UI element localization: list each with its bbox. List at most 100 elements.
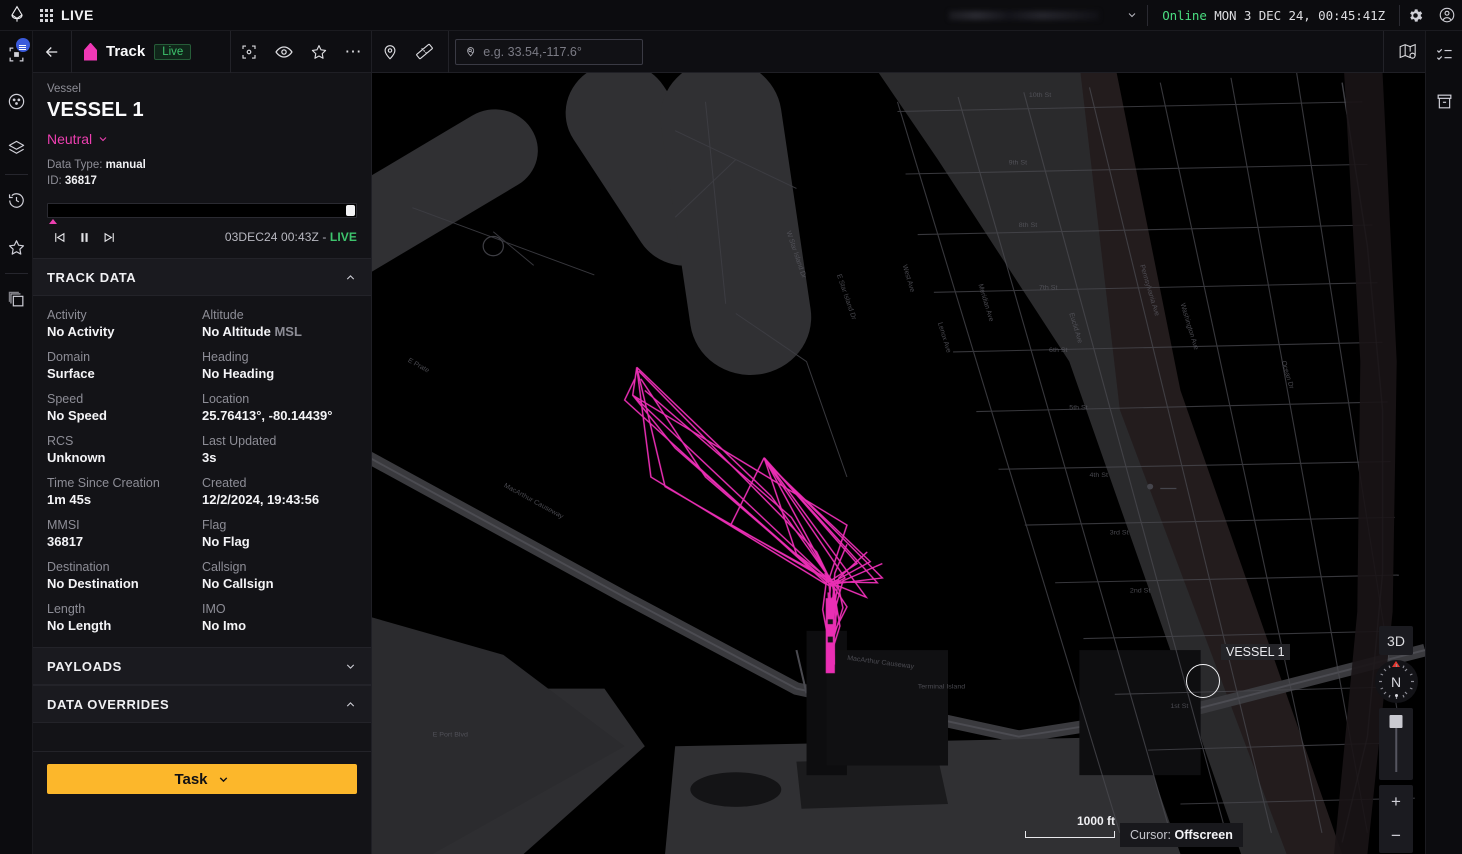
- field-value: No Length: [47, 618, 202, 633]
- sidebar-item-history[interactable]: [0, 177, 33, 224]
- field-label: Length: [47, 602, 202, 616]
- section-header-payloads[interactable]: PAYLOADS: [33, 647, 371, 685]
- coordinate-search-box[interactable]: [455, 39, 643, 65]
- redacted-workspace-field: [949, 11, 1099, 20]
- arrow-left-icon[interactable]: [33, 31, 71, 73]
- map-settings-icon[interactable]: [1390, 31, 1425, 73]
- field-last-updated: Last Updated 3s: [202, 434, 357, 465]
- pause-icon[interactable]: [72, 226, 97, 248]
- playback-live-label: LIVE: [330, 230, 357, 244]
- field-location: Location 25.76413°, -80.14439°: [202, 392, 357, 423]
- field-value: No Activity: [47, 324, 202, 339]
- app-grid-icon[interactable]: [33, 9, 59, 22]
- field-label: Heading: [202, 350, 357, 364]
- field-label: RCS: [47, 434, 202, 448]
- field-imo: IMO No Imo: [202, 602, 357, 633]
- divider: [5, 273, 28, 274]
- svg-text:3rd St: 3rd St: [1110, 530, 1129, 537]
- zoom-in-button[interactable]: +: [1379, 785, 1413, 819]
- field-value: 12/2/2024, 19:43:56: [202, 492, 357, 507]
- star-icon[interactable]: [301, 31, 336, 73]
- zoom-slider-handle[interactable]: [1390, 715, 1403, 728]
- sidebar-item-archive[interactable]: [1426, 78, 1462, 125]
- timeline-scrubber[interactable]: [33, 189, 371, 224]
- section-title: TRACK DATA: [47, 270, 136, 285]
- section-title: PAYLOADS: [47, 659, 122, 674]
- eye-icon[interactable]: [266, 31, 301, 73]
- location-search-icon: [464, 44, 477, 59]
- sidebar-item-entities[interactable]: [0, 78, 33, 125]
- field-domain: Domain Surface: [47, 350, 202, 381]
- map-canvas[interactable]: E Prate MacArthur Causeway MacArthur Cau…: [372, 73, 1425, 854]
- app-logo-icon[interactable]: [0, 5, 33, 25]
- sidebar-item-collections[interactable]: [0, 276, 33, 323]
- compass-ticks-icon: [1375, 660, 1418, 703]
- field-value: No Destination: [47, 576, 202, 591]
- cursor-value: Offscreen: [1174, 828, 1232, 842]
- playback-time-readout: 03DEC24 00:43Z - LIVE: [225, 230, 357, 244]
- cursor-label: Cursor:: [1130, 828, 1171, 842]
- id-label: ID:: [47, 175, 62, 187]
- field-altitude: Altitude No Altitude MSL: [202, 308, 357, 339]
- compass-control[interactable]: N: [1375, 660, 1418, 703]
- top-bar: LIVE Online MON 3 DEC 24, 00:45:41Z: [0, 0, 1462, 31]
- field-label: Time Since Creation: [47, 476, 202, 490]
- skip-back-icon[interactable]: [47, 226, 72, 248]
- scrubber-handle[interactable]: [346, 205, 355, 216]
- focus-target-icon[interactable]: [231, 31, 266, 73]
- field-value: 3s: [202, 450, 357, 465]
- status-online-text: Online: [1162, 8, 1207, 23]
- gear-icon[interactable]: [1400, 0, 1431, 31]
- field-label: Speed: [47, 392, 202, 406]
- map-track-label: VESSEL 1: [1221, 644, 1290, 660]
- account-circle-icon[interactable]: [1431, 0, 1462, 31]
- field-label: Created: [202, 476, 357, 490]
- affiliation-dropdown[interactable]: Neutral: [47, 131, 357, 147]
- zoom-buttons: + −: [1379, 785, 1413, 853]
- zoom-slider[interactable]: [1379, 708, 1413, 780]
- ruler-measure-icon[interactable]: [407, 31, 442, 73]
- map-scale-bar: 1000 ft: [1025, 814, 1115, 838]
- task-button[interactable]: Task: [47, 764, 357, 794]
- field-label: Callsign: [202, 560, 357, 574]
- map-toolbar: [372, 31, 1425, 73]
- section-header-data-overrides[interactable]: DATA OVERRIDES: [33, 685, 371, 723]
- sidebar-item-select-tool[interactable]: [0, 31, 33, 78]
- chevron-down-icon[interactable]: [1117, 0, 1147, 30]
- toggle-3d-button[interactable]: 3D: [1379, 626, 1413, 655]
- sidebar-item-tasks[interactable]: [1426, 31, 1462, 78]
- field-label: IMO: [202, 602, 357, 616]
- chevron-down-icon: [217, 773, 230, 786]
- section-title: DATA OVERRIDES: [47, 697, 169, 712]
- field-value: No Speed: [47, 408, 202, 423]
- filter-badge: [16, 38, 30, 52]
- svg-text:6th St: 6th St: [1049, 347, 1068, 354]
- page-title: VESSEL 1: [47, 99, 357, 122]
- right-rail: [1425, 31, 1462, 854]
- field-created: Created 12/2/2024, 19:43:56: [202, 476, 357, 507]
- sidebar-item-favorites[interactable]: [0, 224, 33, 271]
- task-button-label: Task: [174, 771, 207, 788]
- map-area: E Prate MacArthur Causeway MacArthur Cau…: [372, 31, 1425, 854]
- zoom-out-button[interactable]: −: [1379, 819, 1413, 853]
- field-value-unit: MSL: [274, 324, 301, 339]
- field-value: No Altitude MSL: [202, 324, 357, 339]
- svg-text:10th St: 10th St: [1029, 92, 1051, 99]
- section-header-track-data[interactable]: TRACK DATA: [33, 258, 371, 296]
- scrubber-track[interactable]: [47, 203, 357, 218]
- field-rcs: RCS Unknown: [47, 434, 202, 465]
- field-length: Length No Length: [47, 602, 202, 633]
- skip-forward-icon[interactable]: [97, 226, 122, 248]
- status-timestamp: MON 3 DEC 24, 00:45:41Z: [1214, 8, 1385, 23]
- map-controls: 3D N: [1379, 626, 1413, 853]
- sidebar-item-layers[interactable]: [0, 125, 33, 172]
- data-type-value: manual: [106, 159, 146, 171]
- field-value: Surface: [47, 366, 202, 381]
- task-action-area: Task: [33, 752, 371, 806]
- map-pin-icon[interactable]: [372, 31, 407, 73]
- search-input[interactable]: [483, 45, 634, 59]
- svg-text:5th St: 5th St: [1069, 405, 1088, 412]
- affiliation-label: Neutral: [47, 131, 92, 147]
- more-horizontal-icon[interactable]: ⋯: [336, 31, 371, 73]
- data-overrides-body: [33, 723, 371, 752]
